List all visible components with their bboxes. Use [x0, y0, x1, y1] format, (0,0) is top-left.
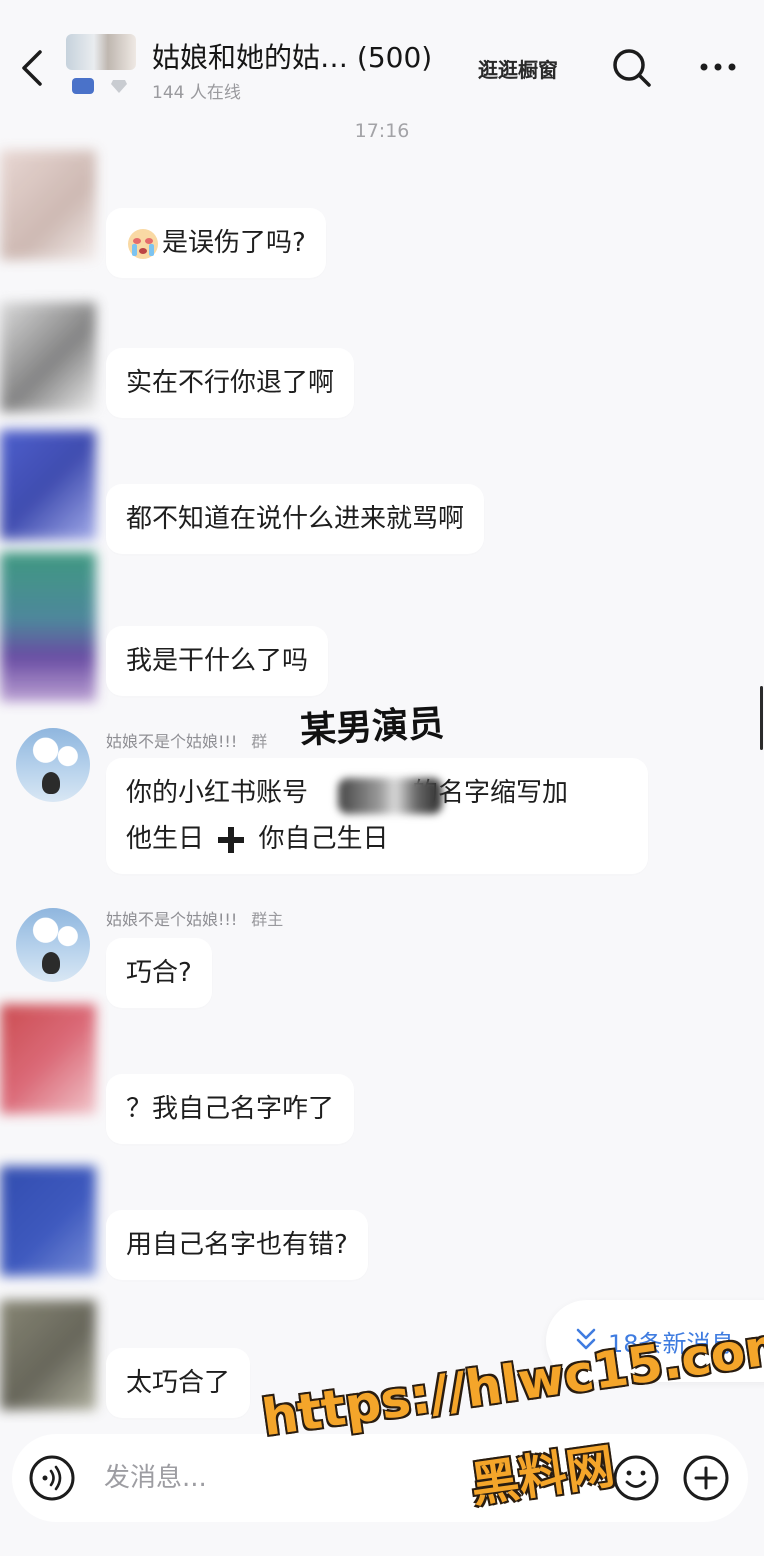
- message-text: 你自己生日: [258, 824, 389, 854]
- group-avatar[interactable]: [66, 34, 136, 70]
- message-row: ？我自己名字咋了: [0, 1000, 764, 1150]
- plus-emoji-icon: [218, 826, 245, 853]
- more-actions-button[interactable]: [682, 1454, 730, 1502]
- chat-screen: 姑娘和她的姑… (500) 144 人在线 逛逛橱窗 17:16 是误伤了吗? …: [0, 0, 764, 1556]
- message-text: ？我自己名字咋了: [126, 1094, 335, 1124]
- avatar[interactable]: [0, 150, 96, 260]
- sender-name: 姑娘不是个姑娘!!! 群: [106, 728, 267, 752]
- message-text: 都不知道在说什么进来就骂啊: [126, 504, 465, 534]
- crying-emoji-icon: [128, 228, 158, 259]
- scrollbar[interactable]: [760, 686, 763, 750]
- message-bubble[interactable]: 是误伤了吗?: [106, 208, 326, 278]
- message-bubble[interactable]: ？我自己名字咋了: [106, 1074, 355, 1144]
- avatar[interactable]: [16, 728, 90, 802]
- sender-name-text: 姑娘不是个姑娘!!!: [106, 732, 238, 751]
- message-text: 是误伤了吗?: [162, 228, 306, 258]
- online-count: 144 人在线: [152, 83, 241, 103]
- avatar[interactable]: [16, 908, 90, 982]
- more-icon: [700, 63, 736, 71]
- message-text: 实在不行你退了啊: [126, 368, 335, 398]
- message-row: 是误伤了吗?: [0, 140, 764, 290]
- sender-role: 群主: [251, 910, 284, 929]
- avatar[interactable]: [0, 430, 96, 540]
- message-line: 他生日 你自己生日: [126, 816, 628, 862]
- message-input-bar: [12, 1434, 748, 1522]
- message-bubble[interactable]: 太巧合了: [106, 1348, 251, 1418]
- back-button[interactable]: [14, 46, 48, 90]
- message-text: 太巧合了: [126, 1368, 231, 1398]
- message-input[interactable]: [104, 1454, 404, 1502]
- redacted-text: [338, 778, 442, 814]
- message-text: 用自己名字也有错?: [126, 1230, 348, 1260]
- avatar[interactable]: [0, 1166, 96, 1276]
- message-bubble[interactable]: 实在不行你退了啊: [106, 348, 355, 418]
- more-button[interactable]: [696, 52, 740, 82]
- chevron-left-icon: [22, 50, 42, 86]
- smiley-icon: [613, 1455, 659, 1501]
- chat-header: 姑娘和她的姑… (500) 144 人在线 逛逛橱窗: [0, 0, 764, 112]
- message-row: 实在不行你退了啊: [0, 296, 764, 426]
- emoji-button[interactable]: [612, 1454, 660, 1502]
- message-row: 都不知道在说什么进来就骂啊: [0, 420, 764, 560]
- avatar[interactable]: [0, 552, 96, 702]
- message-text: 巧合?: [126, 958, 192, 988]
- message-row: 姑娘不是个姑娘!!! 群主 巧合?: [0, 904, 764, 1014]
- message-bubble[interactable]: 都不知道在说什么进来就骂啊: [106, 484, 485, 554]
- sender-name: 姑娘不是个姑娘!!! 群主: [106, 906, 283, 930]
- search-icon: [613, 49, 651, 87]
- message-timestamp: 17:16: [354, 120, 410, 142]
- group-level-badge: [72, 78, 94, 94]
- message-text: 他生日: [126, 824, 205, 854]
- message-bubble[interactable]: 巧合?: [106, 938, 212, 1008]
- message-text: 你的小红书账号: [126, 778, 309, 808]
- voice-button[interactable]: [28, 1454, 76, 1502]
- message-row: 我是干什么了吗: [0, 552, 764, 702]
- shop-window-button[interactable]: 逛逛橱窗: [478, 54, 558, 83]
- message-bubble[interactable]: 你的小红书账号 的名字缩写加 他生日 你自己生日: [106, 758, 648, 874]
- message-bubble[interactable]: 我是干什么了吗: [106, 626, 329, 696]
- sender-name-text: 姑娘不是个姑娘!!!: [106, 910, 238, 929]
- overlay-caption: 某男演员: [299, 703, 446, 752]
- diamond-icon: [111, 80, 127, 93]
- message-bubble[interactable]: 用自己名字也有错?: [106, 1210, 368, 1280]
- avatar[interactable]: [0, 1004, 96, 1114]
- voice-icon: [29, 1455, 75, 1501]
- sender-role: 群: [251, 732, 268, 751]
- message-row: 用自己名字也有错?: [0, 1146, 764, 1286]
- plus-icon: [683, 1455, 729, 1501]
- search-button[interactable]: [610, 46, 654, 90]
- message-text: 我是干什么了吗: [126, 646, 309, 676]
- avatar[interactable]: [0, 1300, 96, 1410]
- avatar[interactable]: [0, 302, 96, 412]
- group-title[interactable]: 姑娘和她的姑… (500): [152, 36, 432, 76]
